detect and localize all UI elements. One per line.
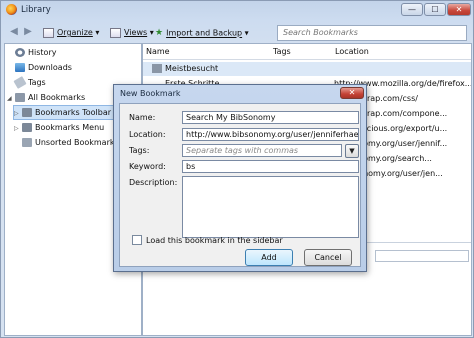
sidebar-item-all-bookmarks[interactable]: ◢ All Bookmarks	[7, 91, 85, 104]
tag-icon	[13, 76, 27, 89]
tags-field[interactable]: Separate tags with commas	[182, 144, 342, 157]
maximize-button[interactable]: ☐	[424, 3, 446, 16]
history-icon	[15, 48, 25, 57]
sidebar-item-downloads[interactable]: Downloads	[7, 61, 72, 74]
name-field[interactable]: Search My BibSonomy	[182, 111, 359, 124]
list-item[interactable]: Meistbesucht	[143, 62, 471, 76]
column-header-location[interactable]: Location	[335, 44, 471, 60]
organize-icon	[43, 27, 54, 38]
views-icon	[110, 27, 121, 38]
location-label: Location:	[129, 130, 166, 139]
dialog-close-button[interactable]: ✕	[340, 87, 364, 99]
sidebar-label: Bookmarks Toolbar	[35, 108, 112, 117]
sidebar-label: History	[28, 48, 57, 57]
organize-label: Organize	[57, 28, 93, 37]
close-window-button[interactable]: ✕	[447, 3, 471, 16]
sidebar-item-history[interactable]: History	[7, 46, 56, 59]
name-label: Name:	[129, 113, 156, 122]
load-in-sidebar-checkbox[interactable]	[132, 235, 142, 245]
tags-label: Tags:	[129, 146, 150, 155]
load-in-sidebar-label: Load this bookmark in the sidebar	[146, 236, 283, 245]
column-header-name[interactable]: Name	[143, 44, 276, 60]
forward-arrow-icon[interactable]: ▶	[21, 25, 35, 39]
sidebar-label: Downloads	[28, 63, 72, 72]
sidebar-item-tags[interactable]: Tags	[7, 76, 46, 89]
organize-menu-button[interactable]: Organize ▾	[43, 26, 99, 40]
title-bar[interactable]: Library — ☐ ✕	[1, 1, 473, 19]
row-name: Meistbesucht	[165, 64, 219, 73]
details-field[interactable]	[375, 250, 469, 262]
keyword-field[interactable]: bs	[182, 160, 359, 173]
sidebar-label: Unsorted Bookmarks	[35, 138, 119, 147]
column-header-tags[interactable]: Tags	[273, 44, 335, 60]
tags-dropdown-button[interactable]: ▼	[345, 144, 359, 158]
library-toolbar: ◀ ▶ Organize ▾ Views ▾ ★ Import and Backu…	[1, 22, 473, 44]
dialog-title: New Bookmark	[120, 89, 181, 98]
keyword-label: Keyword:	[129, 162, 166, 171]
sidebar-label: All Bookmarks	[28, 93, 86, 102]
new-bookmark-dialog: New Bookmark ✕ Name: Search My BibSonomy…	[113, 84, 367, 272]
views-label: Views	[124, 28, 148, 37]
add-button[interactable]: Add	[245, 249, 293, 266]
import-backup-label: Import and Backup	[166, 28, 243, 38]
menu-folder-icon	[22, 123, 32, 132]
downloads-icon	[15, 63, 25, 72]
sidebar-item-bookmarks-menu[interactable]: ▷ Bookmarks Menu	[14, 121, 104, 134]
smart-folder-icon	[152, 64, 162, 73]
sidebar-item-unsorted-bookmarks[interactable]: Unsorted Bookmarks	[14, 136, 119, 149]
toolbar-folder-icon	[22, 108, 32, 117]
cancel-button[interactable]: Cancel	[304, 249, 352, 266]
firefox-icon	[6, 4, 17, 15]
back-arrow-icon[interactable]: ◀	[7, 25, 21, 39]
views-menu-button[interactable]: Views ▾	[110, 26, 154, 40]
bookmarks-icon	[15, 93, 25, 102]
location-field[interactable]: http://www.bibsonomy.org/user/jenniferha…	[182, 128, 359, 141]
import-star-icon: ★	[155, 28, 164, 38]
window-title: Library	[21, 5, 51, 15]
description-field[interactable]	[182, 176, 359, 238]
search-bookmarks-input[interactable]: Search Bookmarks	[277, 25, 467, 41]
import-backup-menu-button[interactable]: ★ Import and Backup ▾	[155, 26, 249, 40]
unsorted-folder-icon	[22, 138, 32, 147]
sidebar-label: Bookmarks Menu	[35, 123, 105, 132]
sidebar-label: Tags	[28, 78, 46, 87]
description-label: Description:	[129, 178, 178, 187]
chevron-down-icon: ▼	[349, 147, 355, 155]
dialog-body: Name: Search My BibSonomy Location: http…	[119, 103, 361, 267]
minimize-button[interactable]: —	[401, 3, 423, 16]
